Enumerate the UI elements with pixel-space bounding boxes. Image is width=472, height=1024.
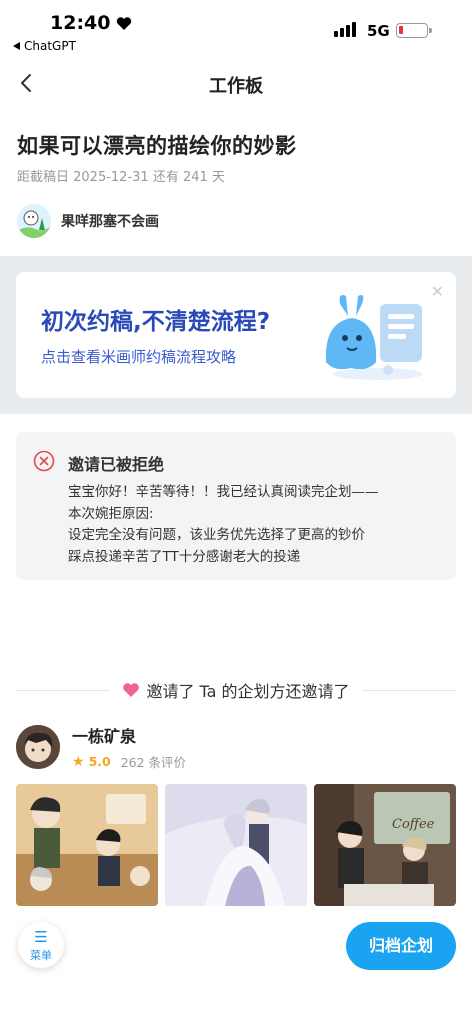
also-invited-label: 邀请了 Ta 的企划方还邀请了 xyxy=(146,682,350,701)
back-app-label: ChatGPT xyxy=(24,39,76,53)
network-type: 5G xyxy=(367,22,390,40)
star-icon: ★ xyxy=(72,753,85,770)
artist-card[interactable]: 一栋矿泉 ★ 5.0 262 条评价 xyxy=(16,723,186,771)
status-time: 12:40 xyxy=(50,12,132,34)
artist-name[interactable]: 一栋矿泉 xyxy=(72,723,186,747)
artwork-thumbnail[interactable] xyxy=(165,784,307,906)
banner-headline: 初次约稿,不清楚流程? xyxy=(41,309,271,335)
menu-button[interactable]: ☰ 菜单 xyxy=(18,922,64,968)
rejection-line: 宝宝你好！辛苦等待！！我已经认真阅读完企划—— xyxy=(68,484,379,500)
heart-icon xyxy=(117,16,132,30)
artwork-thumbnail[interactable]: Coffee xyxy=(314,784,456,906)
banner-subline: 点击查看米画师约稿流程攻略 xyxy=(41,348,237,366)
author-row[interactable]: 果咩那塞不会画 xyxy=(17,204,159,238)
menu-label: 菜单 xyxy=(30,949,52,962)
rejection-title: 邀请已被拒绝 xyxy=(68,455,165,474)
author-avatar[interactable] xyxy=(17,204,51,238)
artist-gallery: Coffee xyxy=(16,784,456,906)
back-to-app-link[interactable]: ChatGPT xyxy=(13,39,76,53)
divider-line xyxy=(361,689,457,691)
battery-icon xyxy=(396,23,432,38)
signal-icon xyxy=(334,22,356,37)
status-bar: 12:40 ChatGPT 5G xyxy=(0,0,472,60)
rejection-line: 设定完全没有问题，该业务优先选择了更高的钞价 xyxy=(68,527,365,543)
coffee-sign: Coffee xyxy=(392,817,435,832)
back-triangle-icon xyxy=(13,42,20,50)
rejection-line: 本次婉拒原因: xyxy=(68,505,154,522)
artwork-thumbnail[interactable] xyxy=(16,784,158,906)
divider-line xyxy=(16,689,111,691)
artist-avatar[interactable] xyxy=(16,725,60,769)
guide-banner[interactable]: 初次约稿,不清楚流程? 点击查看米画师约稿流程攻略 ✕ xyxy=(16,272,456,398)
rejection-line: 踩点投递辛苦了TT十分感谢老大的投递 xyxy=(68,548,301,565)
review-count: 262 条评价 xyxy=(120,755,187,770)
author-name[interactable]: 果咩那塞不会画 xyxy=(61,211,159,231)
nav-bar: 工作板 xyxy=(0,62,472,106)
heart-icon xyxy=(123,683,140,697)
time-text: 12:40 xyxy=(50,12,111,34)
error-circle-icon xyxy=(33,450,55,472)
rating-score: 5.0 xyxy=(88,754,111,769)
deadline-text: 距截稿日 2025-12-31 还有 241 天 xyxy=(17,170,225,185)
mascot-illustration xyxy=(325,295,423,380)
banner-section: 初次约稿,不清楚流程? 点击查看米画师约稿流程攻略 ✕ xyxy=(0,256,472,414)
rejection-notice: 邀请已被拒绝 宝宝你好！辛苦等待！！我已经认真阅读完企划—— 本次婉拒原因: 设… xyxy=(16,432,456,580)
project-title: 如果可以漂亮的描绘你的妙影 xyxy=(17,134,297,158)
menu-icon: ☰ xyxy=(34,928,48,946)
rejection-body: 宝宝你好！辛苦等待！！我已经认真阅读完企划—— 本次婉拒原因: 设定完全没有问题… xyxy=(68,482,448,568)
also-invited-header: 邀请了 Ta 的企划方还邀请了 xyxy=(16,678,457,702)
artist-rating: ★ 5.0 262 条评价 xyxy=(72,752,186,771)
page-title: 工作板 xyxy=(209,76,263,97)
archive-project-button[interactable]: 归档企划 xyxy=(346,922,456,970)
